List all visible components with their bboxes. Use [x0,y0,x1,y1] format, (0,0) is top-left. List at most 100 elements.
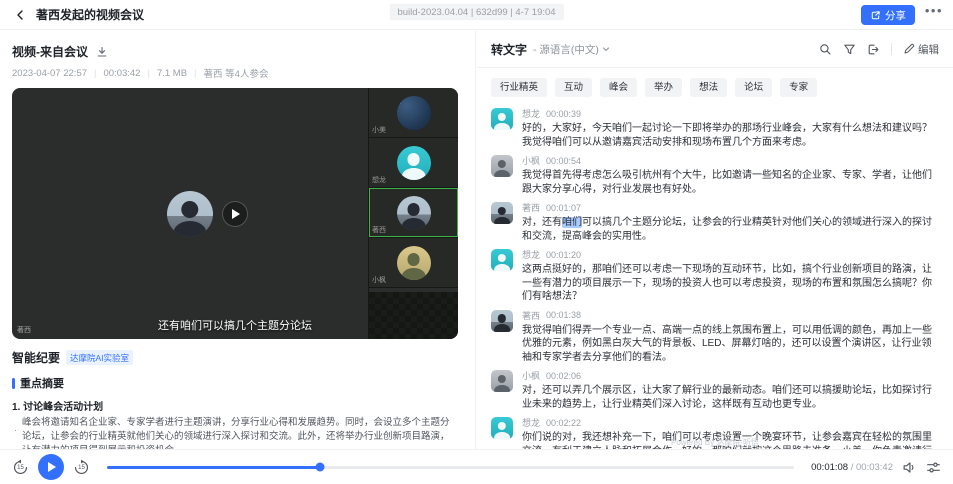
play-button[interactable] [38,454,64,480]
divider [891,43,892,55]
message-timestamp[interactable]: 00:01:07 [546,203,581,213]
back-button[interactable] [12,7,28,23]
message-timestamp[interactable]: 00:02:22 [546,418,581,428]
message-timestamp[interactable]: 00:01:20 [546,250,581,260]
transcript-message[interactable]: 著西 00:01:38 我觉得咱们得弄一个专业一点、高端一点的线上氛围布置上，可… [491,309,939,365]
volume-icon [902,460,917,475]
video-play-overlay-button[interactable] [222,201,248,227]
message-text: 好的，大家好，今天咱们一起讨论一下即将举办的那场行业峰会，大家有什么想法和建议吗… [522,122,939,149]
transcript-message[interactable]: 小枫 00:00:54 我觉得首先得考虑怎么吸引杭州有个大牛，比如邀请一些知名的… [491,154,939,196]
player-bar: 15 15 00:01:08 / 00:03:42 [0,449,953,484]
message-timestamp[interactable]: 00:00:39 [546,109,581,119]
video-meta: 2023-04-07 22:57| 00:03:42| 7.1 MB| 著西 等… [12,66,457,80]
transcript-list[interactable]: 想龙 00:00:39 好的，大家好，今天咱们一起讨论一下即将举办的那场行业峰会… [491,107,939,449]
video-duration: 00:03:42 [103,68,140,79]
time-separator: / [848,462,856,473]
transcript-message[interactable]: 小枫 00:02:06 对，还可以弄几个展示区，让大家了解行业的最新动态。咱们还… [491,369,939,411]
participant-tile[interactable]: 小美 [369,88,458,138]
keyword-tags: 行业精英 互动 峰会 举办 想法 论坛 专家 [491,78,939,97]
speaker-name: 想龙 [522,416,540,429]
current-time: 00:01:08 [811,462,848,473]
edit-button[interactable]: 编辑 [903,42,939,57]
play-icon [232,209,240,219]
download-button[interactable] [96,46,108,58]
share-icon [870,10,881,21]
powered-by-label: Powered By 达摩院·听悟 [477,437,953,448]
source-language-label[interactable]: - 源语言(中文) [533,42,599,57]
video-participants: 著西 等4人参会 [204,66,269,80]
participant-name: 小美 [372,125,386,135]
pencil-icon [903,43,915,55]
participant-avatar [397,196,431,230]
summary-item-title: 1. 讨论峰会活动计划 [12,398,457,413]
message-timestamp[interactable]: 00:00:54 [546,156,581,166]
summary-item-text: 峰会将邀请知名企业家、专家学者进行主题演讲，分享行业心得和发展趋势。同时，会设立… [12,416,457,449]
key-points-title: 重点摘要 [20,375,64,391]
participant-name: 想龙 [372,175,386,185]
keyword-tag[interactable]: 专家 [780,78,817,97]
chevron-down-icon[interactable] [602,45,610,53]
highlighted-word: 咱们 [562,217,582,228]
keyword-tag[interactable]: 互动 [555,78,592,97]
app-window: 著西发起的视频会议 build-2023.04.04 | 632d99 | 4-… [0,0,953,484]
keyword-tag[interactable]: 举办 [645,78,682,97]
search-button[interactable] [819,43,832,56]
keyword-tag[interactable]: 行业精英 [491,78,547,97]
participant-name: 小枫 [372,275,386,285]
progress-handle[interactable] [316,463,325,472]
edit-button-label: 编辑 [918,42,939,57]
participant-tile[interactable]: 小枫 [369,238,458,288]
speaker-name: 小枫 [522,154,540,167]
filter-icon [843,43,856,56]
speaker-name: 著西 [522,309,540,322]
download-icon [96,46,108,58]
transcript-message[interactable]: 著西 00:01:07 对，还有咱们可以搞几个主题分论坛，让参会的行业精英针对他… [491,201,939,243]
forward-skip-label: 15 [73,465,90,471]
current-speaker-avatar [167,191,213,237]
play-icon [48,462,56,472]
share-button[interactable]: 分享 [861,5,915,25]
forward-15-button[interactable]: 15 [73,459,90,476]
share-button-label: 分享 [885,8,906,23]
speaker-avatar [491,155,513,177]
filter-button[interactable] [843,43,856,56]
tune-sliders-icon [926,460,941,475]
speaker-name: 著西 [522,201,540,214]
transcript-message[interactable]: 想龙 00:00:39 好的，大家好，今天咱们一起讨论一下即将举办的那场行业峰会… [491,107,939,149]
speaker-avatar [491,249,513,271]
video-date: 2023-04-07 22:57 [12,68,87,79]
speaker-avatar [491,417,513,439]
speaker-name: 想龙 [522,248,540,261]
speaker-avatar [491,108,513,130]
participant-tile[interactable]: 想龙 [369,138,458,188]
participant-avatar [397,246,431,280]
speaker-avatar [491,310,513,332]
keyword-tag[interactable]: 峰会 [600,78,637,97]
more-menu-button[interactable]: ••• [925,3,943,18]
message-timestamp[interactable]: 00:01:38 [546,310,581,320]
speaker-avatar [491,202,513,224]
video-title: 视频-来自会议 [12,43,88,60]
video-filesize: 7.1 MB [157,68,187,79]
participant-tile[interactable]: 著西 [369,188,458,238]
video-player[interactable]: 小美 想龙 著西 小枫 著西 还有咱们可以搞几个主题分论坛 [12,88,458,339]
message-timestamp[interactable]: 00:02:06 [546,371,581,381]
rewind-15-button[interactable]: 15 [12,459,29,476]
smart-summary-title: 智能纪要 [12,349,60,366]
message-text: 我觉得咱们得弄一个专业一点、高端一点的线上氛围布置上，可以用低调的颜色，再加上一… [522,324,939,365]
video-main-area [12,88,368,339]
keyword-tag[interactable]: 论坛 [735,78,772,97]
volume-button[interactable] [902,460,917,475]
ai-lab-badge: 达摩院AI实验室 [66,350,133,365]
search-icon [819,43,832,56]
export-button[interactable] [867,43,880,56]
video-subtitle: 还有咱们可以搞几个主题分论坛 [12,317,458,333]
participant-name: 著西 [372,225,386,235]
keyword-tag[interactable]: 想法 [690,78,727,97]
message-text: 我觉得首先得考虑怎么吸引杭州有个大牛，比如邀请一些知名的企业家、专家、学者，让他… [522,169,939,196]
progress-bar[interactable] [107,466,794,469]
rewind-skip-label: 15 [12,465,29,471]
transcript-message[interactable]: 想龙 00:01:20 这两点挺好的，那咱们还可以考虑一下现场的互动环节，比如，… [491,248,939,304]
build-badge: build-2023.04.04 | 632d99 | 4-7 19:04 [389,4,563,20]
playback-settings-button[interactable] [926,460,941,475]
